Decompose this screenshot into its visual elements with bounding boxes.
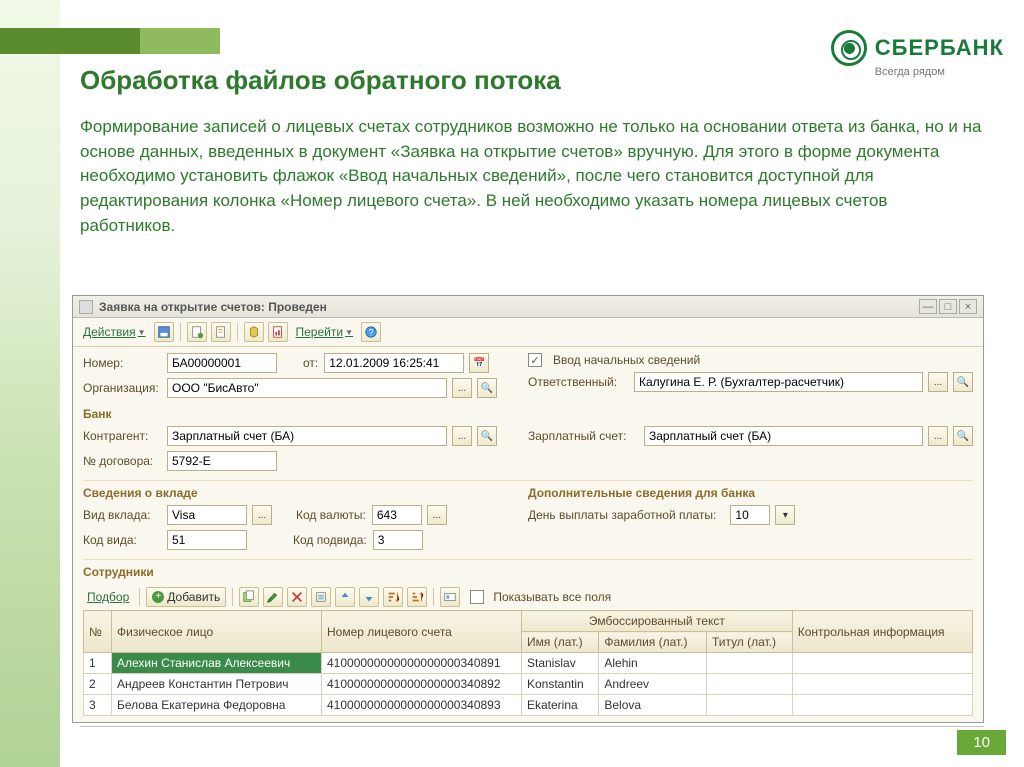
sort-desc-icon[interactable] xyxy=(407,587,427,607)
col-name-lat[interactable]: Имя (лат.) xyxy=(522,632,599,653)
resp-label: Ответственный: xyxy=(528,375,628,389)
show-all-label: Показывать все поля xyxy=(493,590,611,604)
date-picker-button[interactable]: 📅 xyxy=(469,353,489,373)
number-input[interactable] xyxy=(167,353,277,373)
currency-label: Код валюты: xyxy=(296,508,366,522)
initial-data-checkbox[interactable]: ✓ xyxy=(528,353,542,367)
date-input[interactable] xyxy=(324,353,464,373)
org-input[interactable] xyxy=(167,378,447,398)
row-delete-icon[interactable] xyxy=(287,587,307,607)
contract-label: № договора: xyxy=(83,454,161,468)
toolbar-icon-doc2[interactable] xyxy=(211,322,231,342)
toolbar-icon-exchange[interactable] xyxy=(244,322,264,342)
contragent-select-button[interactable]: ... xyxy=(452,426,472,446)
deposit-type-select-button[interactable]: ... xyxy=(252,505,272,525)
subkind-label: Код подвида: xyxy=(293,533,367,547)
slide-paragraph: Формирование записей о лицевых счетах со… xyxy=(80,115,984,238)
row-refresh-icon[interactable] xyxy=(311,587,331,607)
table-row[interactable]: 2 Андреев Константин Петрович 4100000000… xyxy=(84,674,973,695)
contragent-input[interactable] xyxy=(167,426,447,446)
subkind-input[interactable] xyxy=(373,530,423,550)
kind-code-input[interactable] xyxy=(167,530,247,550)
add-button[interactable]: +Добавить xyxy=(146,587,226,607)
deposit-section-header: Сведения о вкладе xyxy=(83,480,528,500)
contragent-search-button[interactable]: 🔍 xyxy=(477,426,497,446)
page-number: 10 xyxy=(957,730,1006,755)
col-account[interactable]: Номер лицевого счета xyxy=(322,611,522,653)
salary-acc-select-button[interactable]: ... xyxy=(928,426,948,446)
window-titlebar[interactable]: Заявка на открытие счетов: Проведен — □ … xyxy=(73,296,983,318)
col-surname-lat[interactable]: Фамилия (лат.) xyxy=(599,632,707,653)
employees-table: № Физическое лицо Номер лицевого счета Э… xyxy=(83,610,973,716)
org-select-button[interactable]: ... xyxy=(452,378,472,398)
minimize-button[interactable]: — xyxy=(919,299,937,314)
sberbank-logo-icon xyxy=(831,30,867,66)
move-down-icon[interactable] xyxy=(359,587,379,607)
col-control[interactable]: Контрольная информация xyxy=(792,611,972,653)
toolbar-icon-doc1[interactable] xyxy=(187,322,207,342)
number-label: Номер: xyxy=(83,356,161,370)
decorative-leaf-bg xyxy=(0,0,60,767)
table-row[interactable]: 1 Алехин Станислав Алексеевич 4100000000… xyxy=(84,653,973,674)
contragent-label: Контрагент: xyxy=(83,429,161,443)
toolbar-icon-help[interactable]: ? xyxy=(361,322,381,342)
deposit-type-label: Вид вклада: xyxy=(83,508,161,522)
row-copy-icon[interactable] xyxy=(239,587,259,607)
slide-title: Обработка файлов обратного потока xyxy=(80,65,561,96)
main-toolbar: Действия▼ Перейти▼ ? xyxy=(73,318,983,347)
col-title-lat[interactable]: Титул (лат.) xyxy=(706,632,792,653)
payout-day-input[interactable] xyxy=(730,505,770,525)
bank-section-header: Банк xyxy=(83,407,973,421)
footer-divider xyxy=(80,726,984,727)
svg-text:?: ? xyxy=(369,328,374,338)
col-num[interactable]: № xyxy=(84,611,112,653)
sort-asc-icon[interactable] xyxy=(383,587,403,607)
close-button[interactable]: × xyxy=(959,299,977,314)
table-row[interactable]: 3 Белова Екатерина Федоровна 41000000000… xyxy=(84,695,973,716)
resp-select-button[interactable]: ... xyxy=(928,372,948,392)
col-person[interactable]: Физическое лицо xyxy=(112,611,322,653)
window-title: Заявка на открытие счетов: Проведен xyxy=(99,300,919,314)
salary-acc-search-button[interactable]: 🔍 xyxy=(953,426,973,446)
contract-input[interactable] xyxy=(167,451,277,471)
org-label: Организация: xyxy=(83,381,161,395)
show-all-checkbox[interactable] xyxy=(470,590,484,604)
kind-code-label: Код вида: xyxy=(83,533,161,547)
actions-menu[interactable]: Действия▼ xyxy=(79,323,150,341)
resp-search-button[interactable]: 🔍 xyxy=(953,372,973,392)
toolbar-icon-report[interactable] xyxy=(268,322,288,342)
row-edit-icon[interactable] xyxy=(263,587,283,607)
goto-menu[interactable]: Перейти▼ xyxy=(292,323,357,341)
employees-section-header: Сотрудники xyxy=(83,559,973,579)
currency-input[interactable] xyxy=(372,505,422,525)
toolbar-icon-save[interactable] xyxy=(154,322,174,342)
initial-data-label: Ввод начальных сведений xyxy=(553,353,700,367)
salary-acc-input[interactable] xyxy=(644,426,923,446)
brand-block: СБЕРБАНК Всегда рядом xyxy=(831,30,1004,78)
payout-day-label: День выплаты заработной платы: xyxy=(528,508,716,522)
brand-tagline: Всегда рядом xyxy=(875,66,1004,78)
from-label: от: xyxy=(303,356,318,370)
settings-icon[interactable] xyxy=(440,587,460,607)
resp-input[interactable] xyxy=(634,372,923,392)
extra-section-header: Дополнительные сведения для банка xyxy=(528,480,973,500)
select-link[interactable]: Подбор xyxy=(83,588,133,606)
window-icon xyxy=(79,300,93,314)
salary-acc-label: Зарплатный счет: xyxy=(528,429,638,443)
org-search-button[interactable]: 🔍 xyxy=(477,378,497,398)
col-emboss[interactable]: Эмбоссированный текст xyxy=(522,611,793,632)
maximize-button[interactable]: □ xyxy=(939,299,957,314)
payout-day-spinner[interactable]: ▾ xyxy=(775,505,795,525)
brand-name: СБЕРБАНК xyxy=(875,35,1004,61)
move-up-icon[interactable] xyxy=(335,587,355,607)
application-window: Заявка на открытие счетов: Проведен — □ … xyxy=(72,295,984,723)
currency-select-button[interactable]: ... xyxy=(427,505,447,525)
deposit-type-input[interactable] xyxy=(167,505,247,525)
